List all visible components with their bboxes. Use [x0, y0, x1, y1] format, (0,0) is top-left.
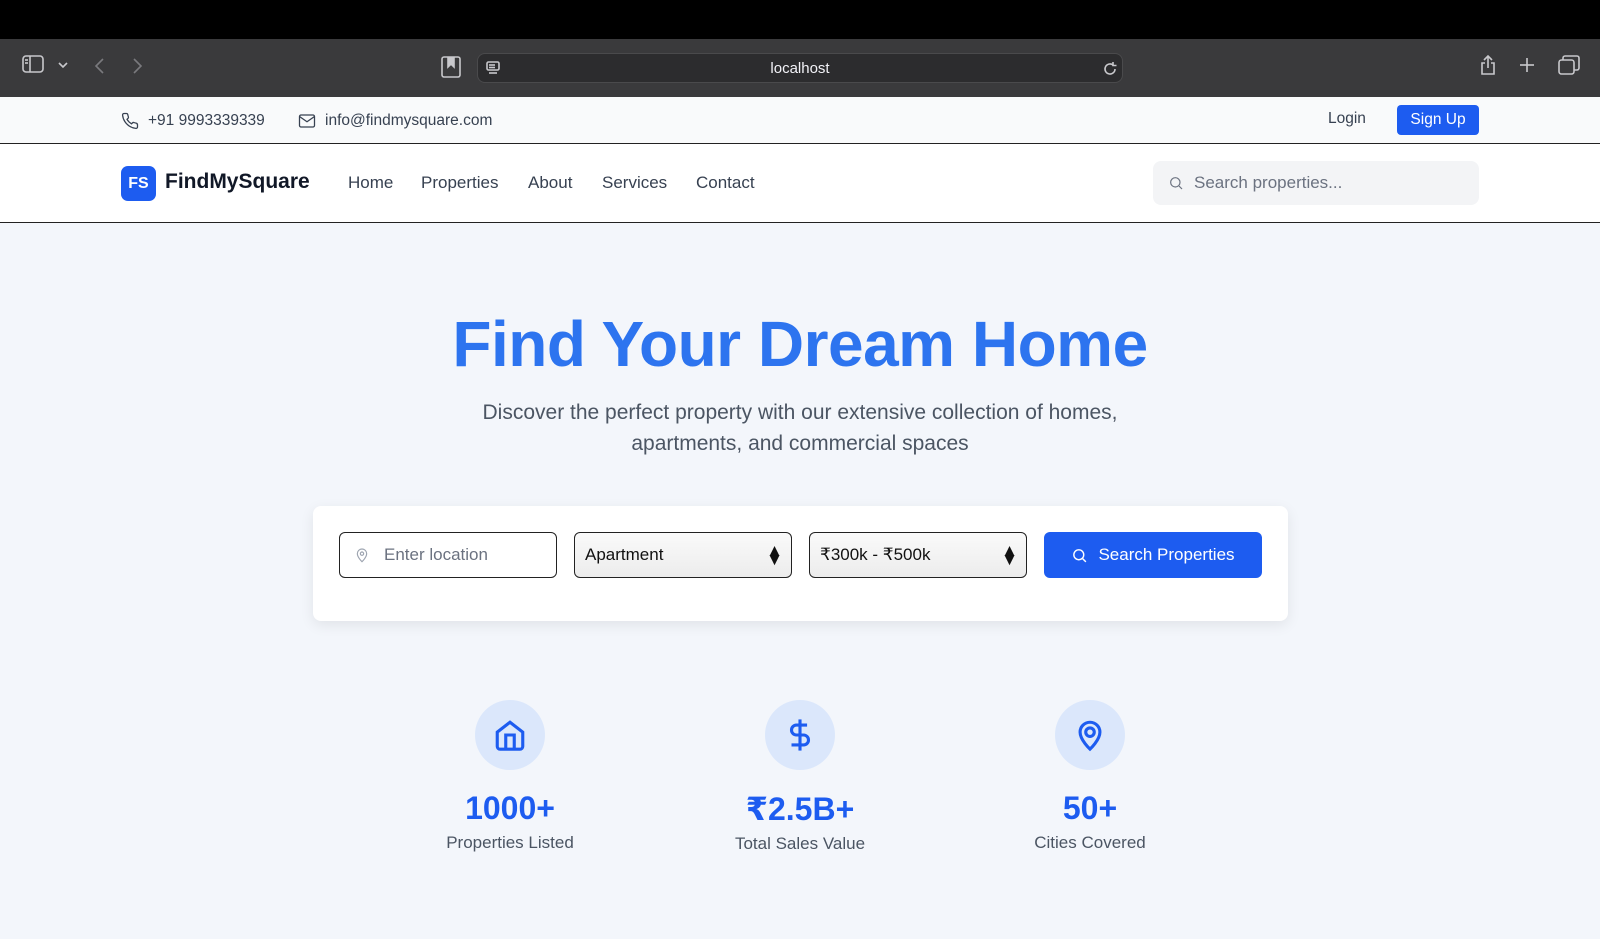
tab-overview-icon[interactable] [1558, 55, 1580, 75]
stat-icon-circle [475, 700, 545, 770]
nav-link-services[interactable]: Services [602, 173, 667, 193]
search-properties-button[interactable]: Search Properties [1044, 532, 1262, 578]
contact-info-bar: +91 9993339339 info@findmysquare.com Log… [0, 97, 1600, 144]
login-link[interactable]: Login [1328, 110, 1366, 128]
dollar-icon [790, 719, 810, 751]
nav-link-home[interactable]: Home [348, 173, 393, 193]
price-range-value: ₹300k - ₹500k [820, 545, 931, 564]
hero-subtitle-line-1: Discover the perfect property with our e… [482, 401, 1118, 424]
select-arrows-icon: ▲ ▼ [766, 541, 783, 569]
chevron-down-icon[interactable] [58, 61, 68, 69]
nav-search-box[interactable] [1153, 161, 1479, 205]
nav-link-about[interactable]: About [528, 173, 572, 193]
map-pin-icon [356, 548, 368, 563]
stat-value: 50+ [1062, 790, 1118, 826]
location-input[interactable] [384, 545, 534, 565]
forward-icon[interactable] [132, 57, 144, 75]
search-button-label: Search Properties [1098, 545, 1235, 564]
nav-search-input[interactable] [1194, 173, 1454, 193]
hero-subtitle: Discover the perfect property with our e… [450, 397, 1150, 459]
search-icon [1073, 548, 1087, 562]
nav-link-contact[interactable]: Contact [696, 173, 755, 193]
mail-icon [298, 113, 316, 128]
stat-icon-circle [1055, 700, 1125, 770]
page-menu-icon[interactable] [486, 60, 502, 76]
home-icon [495, 720, 525, 751]
stat-properties-listed: 1000+ Properties Listed [400, 700, 620, 853]
email-address: info@findmysquare.com [325, 111, 493, 129]
stat-value: ₹2.5B+ [745, 791, 855, 827]
new-tab-icon[interactable] [1518, 56, 1536, 74]
stat-label: Cities Covered [1034, 833, 1146, 852]
screen-top-bar [0, 0, 1600, 39]
nav-link-properties[interactable]: Properties [421, 173, 498, 193]
property-type-select[interactable]: Apartment ▲ ▼ [574, 532, 792, 578]
reload-icon[interactable] [1102, 61, 1118, 77]
stat-label: Total Sales Value [734, 834, 866, 853]
map-pin-icon [1078, 720, 1102, 752]
stat-icon-circle [765, 700, 835, 770]
phone-icon [121, 112, 139, 129]
select-arrows-icon: ▲ ▼ [1001, 541, 1018, 569]
url-text: localhost [770, 59, 830, 77]
property-search-card: Apartment ▲▼ ₹300k - ₹500k ▲▼ Search Pro… [313, 506, 1288, 621]
property-type-value: Apartment [585, 545, 664, 564]
logo-badge[interactable]: FS [121, 166, 156, 201]
phone-contact[interactable]: +91 9993339339 [121, 97, 265, 144]
phone-number: +91 9993339339 [148, 111, 265, 129]
stat-value: 1000+ [465, 790, 555, 826]
search-icon [1170, 177, 1183, 190]
hero-title: Find Your Dream Home [452, 308, 1148, 380]
signup-button[interactable]: Sign Up [1397, 105, 1479, 135]
browser-toolbar: localhost [0, 39, 1600, 97]
email-contact[interactable]: info@findmysquare.com [298, 97, 492, 144]
main-navigation: FS FindMySquare Home Properties About Se… [0, 144, 1600, 223]
share-icon[interactable] [1479, 54, 1497, 76]
location-field[interactable] [339, 532, 557, 578]
stat-label: Properties Listed [446, 833, 574, 852]
price-range-select[interactable]: ₹300k - ₹500k ▲ ▼ [809, 532, 1027, 578]
brand-name[interactable]: FindMySquare [165, 170, 310, 194]
sidebar-toggle-icon[interactable] [22, 55, 44, 73]
stat-total-sales: ₹2.5B+ Total Sales Value [690, 700, 910, 854]
reader-icon[interactable] [441, 56, 461, 78]
stat-cities-covered: 50+ Cities Covered [980, 700, 1200, 853]
hero-subtitle-line-2: apartments, and commercial spaces [631, 432, 969, 455]
back-icon[interactable] [93, 57, 105, 75]
address-bar[interactable]: localhost [477, 53, 1123, 83]
page-viewport: +91 9993339339 info@findmysquare.com Log… [0, 97, 1600, 939]
